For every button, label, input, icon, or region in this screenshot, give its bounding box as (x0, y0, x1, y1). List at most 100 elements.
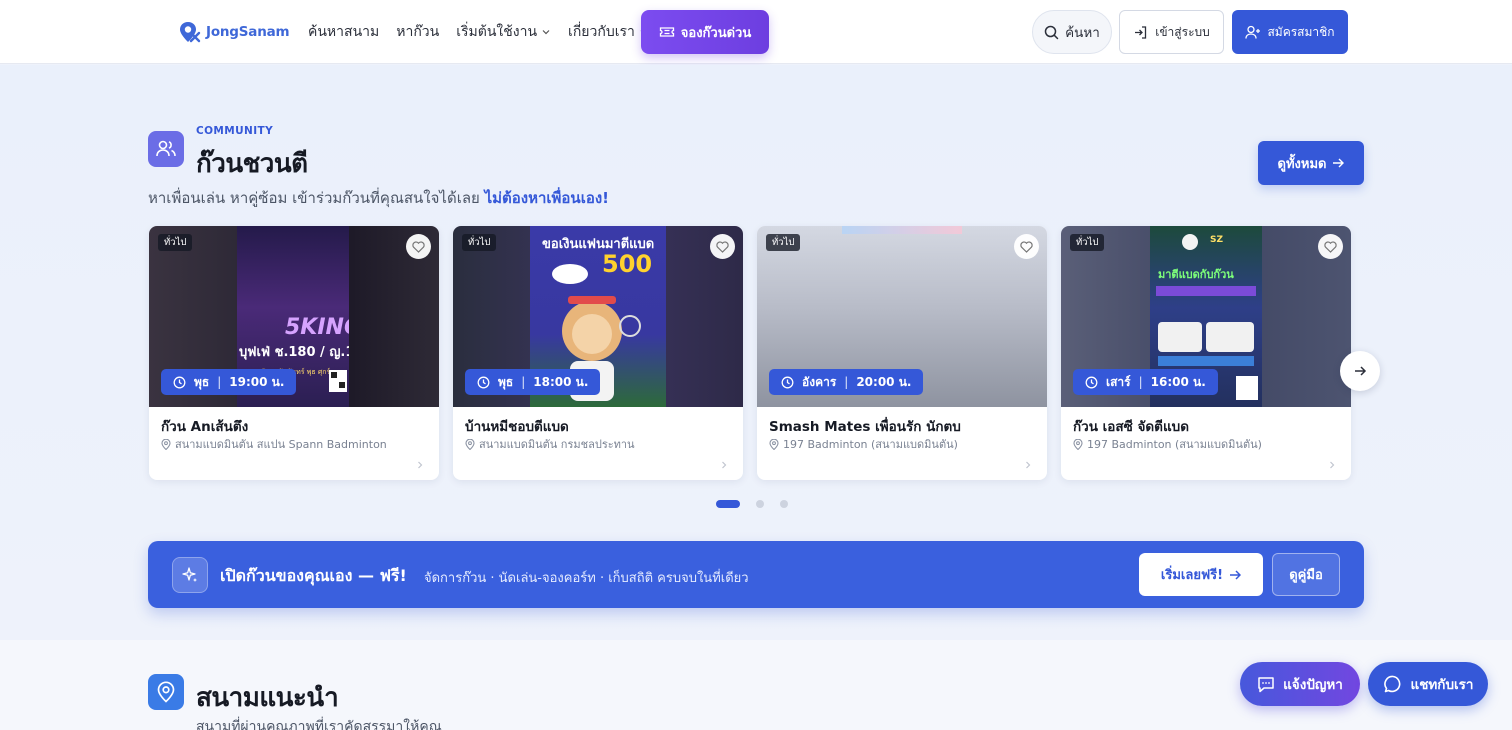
schedule-separator: | (844, 375, 849, 389)
login-icon (1135, 25, 1147, 39)
menu-getting-started-label: เริ่มต้นใช้งาน (456, 24, 538, 40)
group-card[interactable]: ขอเงินแฟนมาตีแบด 500 ทั่วไป พุธ | 18:00 … (453, 226, 743, 480)
view-all-button[interactable]: ดูทั้งหมด (1258, 141, 1364, 185)
menu-find-group-label: หาก๊วน (396, 24, 440, 40)
view-all-label: ดูทั้งหมด (1277, 156, 1327, 172)
svg-text:บุฟเฟ่ ช.180 / ญ.160: บุฟเฟ่ ช.180 / ญ.160 (239, 345, 349, 360)
report-issue-button[interactable]: แจ้งปัญหา (1240, 662, 1360, 706)
card-tag: ทั่วไป (462, 234, 497, 251)
menu-getting-started[interactable]: เริ่มต้นใช้งาน (456, 21, 551, 43)
group-card-image: ทั่วไป อังคาร | 20:00 น. (757, 226, 1047, 407)
chevron-right-icon (1330, 461, 1335, 469)
top-navbar: JongSanam ค้นหาสนาม หาก๊วน เริ่มต้นใช้งา… (0, 0, 1512, 64)
schedule-chip: เสาร์ | 16:00 น. (1073, 369, 1218, 395)
group-venue-label: สนามแบดมินตัน กรมชลประทาน (479, 438, 635, 451)
start-free-button[interactable]: เริ่มเลยฟรี! (1139, 553, 1263, 596)
group-venue-label: 197 Badminton (สนามแบดมินตัน) (783, 438, 958, 451)
banner-description: จัดการก๊วน · นัดเล่น-จองคอร์ท · เก็บสถิต… (424, 571, 749, 586)
poster-image (842, 226, 962, 234)
favorite-button[interactable] (1014, 234, 1039, 259)
community-title: ก๊วนชวนตี (196, 149, 308, 179)
carousel-pagination (716, 500, 788, 508)
svg-text:มาตีแบดกับก๊วน: มาตีแบดกับก๊วน (1158, 268, 1234, 281)
group-venue-label: สนามแบดมินตัน สแปน Spann Badminton (175, 438, 387, 451)
pagination-dot[interactable] (780, 500, 788, 508)
group-card[interactable]: SZ มาตีแบดกับก๊วน ทั่วไป เสาร์ | 16:00 น… (1061, 226, 1351, 480)
schedule-separator: | (1138, 375, 1143, 389)
favorite-button[interactable] (710, 234, 735, 259)
brand-logo[interactable]: JongSanam (177, 20, 290, 44)
group-card-image: 5KING บุฟเฟ่ ช.180 / ญ.160 จัดทุกวันจันท… (149, 226, 439, 407)
group-venue: 197 Badminton (สนามแบดมินตัน) (769, 435, 958, 453)
schedule-day: พุธ (498, 374, 514, 389)
community-eyebrow: COMMUNITY (196, 125, 274, 137)
carousel-next-button[interactable] (1340, 351, 1380, 391)
users-icon (156, 140, 176, 157)
menu-find-venue-label: ค้นหาสนาม (308, 24, 380, 40)
location-pin-icon (465, 438, 475, 450)
community-section-icon (148, 131, 184, 167)
chevron-right-icon (1026, 461, 1031, 469)
venues-section-icon (148, 674, 184, 710)
menu-about-label: เกี่ยวกับเรา (568, 24, 635, 40)
group-title: บ้านหมีชอบตีแบด (465, 419, 569, 435)
group-venue: สนามแบดมินตัน กรมชลประทาน (465, 435, 635, 453)
group-card-image: ขอเงินแฟนมาตีแบด 500 ทั่วไป พุธ | 18:00 … (453, 226, 743, 407)
group-card[interactable]: ทั่วไป อังคาร | 20:00 น. Smash Mates เพื… (757, 226, 1047, 480)
chevron-down-icon (542, 30, 550, 35)
menu-about[interactable]: เกี่ยวกับเรา (568, 21, 649, 43)
signup-button[interactable]: สมัครสมาชิก (1232, 10, 1348, 54)
clock-icon (1085, 376, 1098, 388)
heart-icon (716, 240, 729, 253)
group-title: ก๊วน Anเส้นตึง (161, 419, 249, 435)
search-label: ค้นหา (1065, 25, 1100, 41)
group-venue-label: 197 Badminton (สนามแบดมินตัน) (1087, 438, 1262, 451)
message-square-icon (1258, 676, 1274, 692)
community-subtitle: หาเพื่อนเล่น หาคู่ซ้อม เข้าร่วมก๊วนที่คุ… (148, 186, 609, 210)
guide-button[interactable]: ดูคู่มือ (1272, 553, 1340, 596)
group-card[interactable]: 5KING บุฟเฟ่ ช.180 / ญ.160 จัดทุกวันจันท… (149, 226, 439, 480)
menu-find-group[interactable]: หาก๊วน (396, 21, 439, 43)
favorite-button[interactable] (1318, 234, 1343, 259)
menu-find-venue[interactable]: ค้นหาสนาม (308, 21, 379, 43)
group-venue: สนามแบดมินตัน สแปน Spann Badminton (161, 435, 387, 453)
pagination-dot[interactable] (756, 500, 764, 508)
location-pin-icon (769, 438, 779, 450)
signup-label: สมัครสมาชิก (1267, 24, 1335, 39)
sparkle-icon-box (172, 557, 208, 593)
login-button[interactable]: เข้าสู่ระบบ (1119, 10, 1224, 54)
quick-book-label: จองก๊วนด่วน (680, 25, 752, 41)
community-subtitle-highlight: ไม่ต้องหาเพื่อนเอง! (484, 189, 609, 207)
logo-mark-icon (180, 22, 201, 43)
search-icon (1044, 25, 1059, 39)
heart-icon (1324, 240, 1337, 253)
group-title: Smash Mates เพื่อนรัก นักตบ (769, 419, 961, 435)
chat-button[interactable]: แชทกับเรา (1368, 662, 1488, 706)
start-free-label: เริ่มเลยฟรี! (1160, 568, 1224, 583)
arrow-right-icon (1333, 158, 1345, 168)
svg-text:5KING: 5KING (285, 315, 349, 340)
arrow-right-icon (1230, 569, 1242, 580)
report-issue-label: แจ้งปัญหา (1283, 677, 1343, 693)
search-button[interactable]: ค้นหา (1032, 10, 1112, 54)
schedule-separator: | (521, 375, 526, 389)
favorite-button[interactable] (406, 234, 431, 259)
schedule-time: 18:00 น. (533, 374, 589, 389)
svg-text:500: 500 (602, 250, 652, 278)
schedule-day: พุธ (194, 374, 210, 389)
heart-icon (1020, 240, 1033, 253)
card-tag: ทั่วไป (158, 234, 193, 251)
schedule-separator: | (217, 375, 222, 389)
chevron-right-icon (418, 461, 423, 469)
brand-name: JongSanam (206, 24, 290, 40)
clock-icon (477, 376, 490, 388)
pagination-dot-active[interactable] (716, 500, 740, 508)
quick-book-button[interactable]: จองก๊วนด่วน (641, 10, 769, 54)
location-pin-icon (161, 438, 171, 450)
schedule-chip: อังคาร | 20:00 น. (769, 369, 924, 395)
clock-icon (173, 376, 186, 388)
create-group-banner: เปิดก๊วนของคุณเอง — ฟรี! จัดการก๊วน · นั… (148, 541, 1364, 608)
card-tag: ทั่วไป (1070, 234, 1105, 251)
venues-subtitle: สนามที่ผ่านคุณภาพที่เราคัดสรรมาให้คุณ (196, 719, 442, 730)
schedule-time: 19:00 น. (229, 374, 285, 389)
